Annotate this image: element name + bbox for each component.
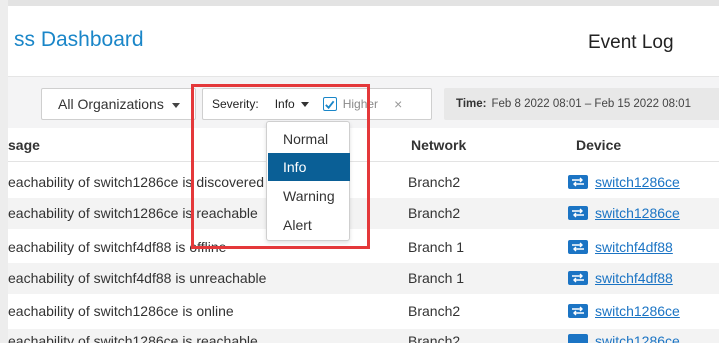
higher-label: Higher <box>342 97 379 111</box>
severity-option-info[interactable]: Info <box>268 153 350 181</box>
severity-label: Severity: <box>212 97 259 111</box>
severity-option-alert[interactable]: Alert <box>268 211 350 239</box>
column-header-device[interactable]: Device <box>576 137 621 153</box>
device-link[interactable]: switchf4df88 <box>595 270 673 286</box>
row-message: eachability of switch1286ce is reachable <box>8 205 258 221</box>
time-label: Time: <box>456 98 487 110</box>
row-message: eachability of switch1286ce is reachable <box>8 333 258 343</box>
switch-icon <box>568 206 588 220</box>
table-row: eachability of switch1286ce is online Br… <box>8 296 719 327</box>
check-icon <box>325 100 335 109</box>
switch-icon <box>568 240 588 254</box>
table-header: sage Network Device <box>8 128 719 162</box>
severity-option-warning[interactable]: Warning <box>268 182 350 210</box>
row-network: Branch2 <box>408 174 461 190</box>
caret-down-icon <box>171 102 180 108</box>
severity-option-normal[interactable]: Normal <box>268 125 350 153</box>
organization-select[interactable]: All Organizations <box>41 88 196 120</box>
device-link[interactable]: switch1286ce <box>595 303 680 319</box>
row-device: switch1286ce <box>568 333 680 343</box>
switch-icon <box>568 334 588 343</box>
severity-filter-chip: Severity: Info Higher × <box>202 88 432 120</box>
row-message: eachability of switchf4df88 is unreachab… <box>8 270 267 286</box>
page-title: ss Dashboard <box>14 28 144 51</box>
row-device: switch1286ce <box>568 205 680 221</box>
close-icon[interactable]: × <box>394 97 402 111</box>
device-link[interactable]: switchf4df88 <box>595 239 673 255</box>
table-row: eachability of switchf4df88 is unreachab… <box>8 263 719 294</box>
row-network: Branch2 <box>408 333 461 343</box>
switch-icon <box>568 304 588 318</box>
row-message: eachability of switchf4df88 is offline <box>8 239 227 255</box>
severity-select[interactable]: Info <box>275 97 309 111</box>
switch-icon <box>568 271 588 285</box>
device-link[interactable]: switch1286ce <box>595 333 680 343</box>
higher-checkbox[interactable] <box>322 97 337 111</box>
row-network: Branch 1 <box>408 270 465 286</box>
device-link[interactable]: switch1286ce <box>595 174 680 190</box>
severity-select-value: Info <box>274 97 295 111</box>
switch-icon <box>568 175 588 189</box>
row-device: switch1286ce <box>568 303 680 319</box>
row-device: switchf4df88 <box>568 239 673 255</box>
caret-down-icon <box>300 101 309 107</box>
column-header-message[interactable]: sage <box>8 137 40 153</box>
row-device: switch1286ce <box>568 174 680 190</box>
row-network: Branch2 <box>408 303 461 319</box>
table-row: eachability of switchf4df88 is offline B… <box>8 232 719 263</box>
row-network: Branch 1 <box>408 239 465 255</box>
column-header-network[interactable]: Network <box>411 137 466 153</box>
time-range-value: Feb 8 2022 08:01 – Feb 15 2022 08:01 <box>491 98 691 110</box>
row-message: eachability of switch1286ce is online <box>8 303 234 319</box>
organization-select-value: All Organizations <box>58 96 164 112</box>
severity-dropdown-menu: Normal Info Warning Alert <box>266 121 350 241</box>
time-filter-chip[interactable]: Time: Feb 8 2022 08:01 – Feb 15 2022 08:… <box>444 88 719 120</box>
app-window: ss Dashboard Event Log All Organizations… <box>0 0 719 343</box>
table-row: eachability of switch1286ce is reachable… <box>8 329 719 343</box>
window-left-edge <box>0 0 8 343</box>
table-row: eachability of switch1286ce is discovere… <box>8 167 719 198</box>
event-log-heading: Event Log <box>588 32 674 53</box>
table-row: eachability of switch1286ce is reachable… <box>8 198 719 229</box>
device-link[interactable]: switch1286ce <box>595 205 680 221</box>
row-device: switchf4df88 <box>568 270 673 286</box>
row-message: eachability of switch1286ce is discovere… <box>8 174 265 190</box>
row-network: Branch2 <box>408 205 461 221</box>
